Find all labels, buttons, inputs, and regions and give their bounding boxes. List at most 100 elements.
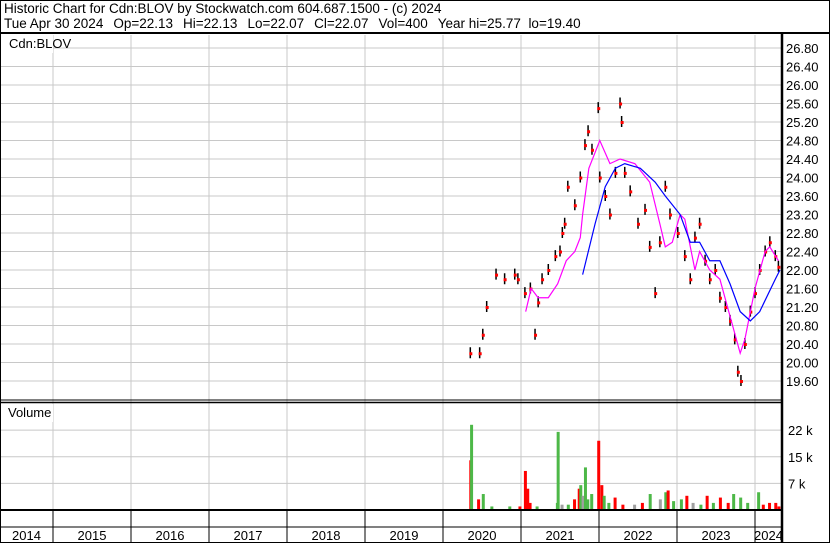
price-point: [736, 370, 740, 374]
volume-bar: [586, 499, 590, 510]
ma_long-line: [582, 162, 781, 322]
volume-bar: [705, 495, 709, 510]
year-label: 2024: [754, 528, 783, 543]
price-tick-label: 24.80: [786, 134, 819, 149]
price-point: [523, 292, 527, 296]
price-point: [714, 269, 718, 272]
price-point: [554, 255, 558, 259]
year-label: 2017: [234, 528, 263, 543]
price-tick-label: 22.40: [786, 245, 819, 260]
volume-bar: [732, 494, 736, 510]
price-tick-label: 22.80: [786, 226, 819, 241]
price-point: [629, 190, 633, 194]
price-tick-label: 25.20: [786, 115, 819, 130]
year-label: 2016: [156, 528, 185, 543]
year-label: 2014: [12, 528, 41, 543]
symbol-label: Cdn:BLOV: [9, 36, 71, 51]
volume-bar: [477, 499, 481, 510]
price-point: [495, 273, 499, 277]
price-point: [537, 301, 541, 305]
price-point: [698, 222, 702, 226]
volume-bar: [556, 431, 560, 510]
year-label: 2022: [624, 528, 653, 543]
price-point: [587, 130, 591, 134]
price-point: [743, 343, 747, 346]
volume-bar: [640, 502, 644, 510]
price-point: [534, 333, 538, 337]
price-point: [513, 273, 517, 277]
volume-bar: [672, 501, 676, 510]
price-point: [604, 195, 608, 198]
volume-bar: [718, 497, 722, 510]
price-tick-label: 21.20: [786, 300, 819, 315]
chart-window: Historic Chart for Cdn:BLOV by Stockwatc…: [0, 0, 830, 543]
price-tick-label: 21.60: [786, 282, 819, 297]
price-point: [547, 269, 551, 272]
year-label: 2020: [468, 528, 497, 543]
price-point: [561, 232, 565, 235]
price-point: [485, 306, 489, 309]
volume-bar: [746, 502, 750, 510]
price-point: [664, 185, 668, 189]
volume-bar: [774, 502, 778, 510]
volume-bar: [666, 490, 670, 510]
price-point: [614, 171, 618, 175]
price-point: [623, 171, 627, 175]
year-label: 2023: [702, 528, 731, 543]
price-tick-label: 19.60: [786, 374, 819, 389]
volume-bar: [768, 502, 772, 510]
price-tick-label: 26.40: [786, 60, 819, 75]
price-point: [579, 176, 583, 180]
price-point: [718, 296, 722, 300]
year-label: 2018: [312, 528, 341, 543]
price-point: [668, 213, 672, 217]
price-point: [516, 278, 520, 282]
volume-tick-label: 22 k: [788, 423, 813, 438]
price-point: [573, 204, 577, 208]
price-point: [541, 278, 545, 282]
price-point: [598, 176, 602, 180]
volume-label: Volume: [8, 405, 51, 420]
price-tick-label: 23.20: [786, 208, 819, 223]
price-point: [768, 241, 772, 245]
price-point: [648, 245, 652, 249]
price-point: [654, 292, 658, 296]
volume-bar: [739, 497, 743, 510]
price-tick-label: 26.00: [786, 78, 819, 93]
volume-bar: [470, 424, 474, 510]
price-point: [644, 208, 648, 212]
price-volume-chart: 26.80 26.40 26.00 25.60 25.20 24.80 24.40 24.00…: [0, 0, 830, 543]
price-point: [608, 213, 612, 217]
volume-bar: [691, 502, 695, 510]
price-point: [739, 380, 743, 383]
price-point: [689, 278, 693, 282]
volume-bar: [648, 494, 652, 510]
volume-bar: [726, 502, 730, 510]
year-label: 2019: [390, 528, 419, 543]
price-tick-label: 20.40: [786, 337, 819, 352]
volume-bar: [602, 495, 606, 510]
price-point: [708, 278, 712, 282]
price-point: [478, 352, 482, 356]
price-point: [503, 278, 507, 282]
price-tick-label: 25.60: [786, 97, 819, 112]
price-point: [683, 255, 687, 259]
volume-bar: [711, 502, 715, 510]
price-point: [676, 232, 680, 235]
ma_short-line: [525, 138, 779, 356]
chart-border: [0, 0, 830, 543]
volume-tick-label: 7 k: [788, 476, 806, 491]
price-tick-label: 23.60: [786, 189, 819, 204]
price-point: [559, 250, 562, 254]
price-tick-label: 22.00: [786, 263, 819, 278]
volume-bar: [613, 497, 617, 510]
price-point: [620, 121, 624, 124]
volume-bar: [658, 499, 662, 510]
price-tick-label: 24.40: [786, 152, 819, 167]
volume-bar: [679, 499, 683, 510]
price-point: [583, 144, 587, 148]
year-label: 2015: [78, 528, 107, 543]
price-point: [566, 185, 570, 189]
year-label: 2021: [546, 528, 575, 543]
price-tick-label: 24.00: [786, 171, 819, 186]
